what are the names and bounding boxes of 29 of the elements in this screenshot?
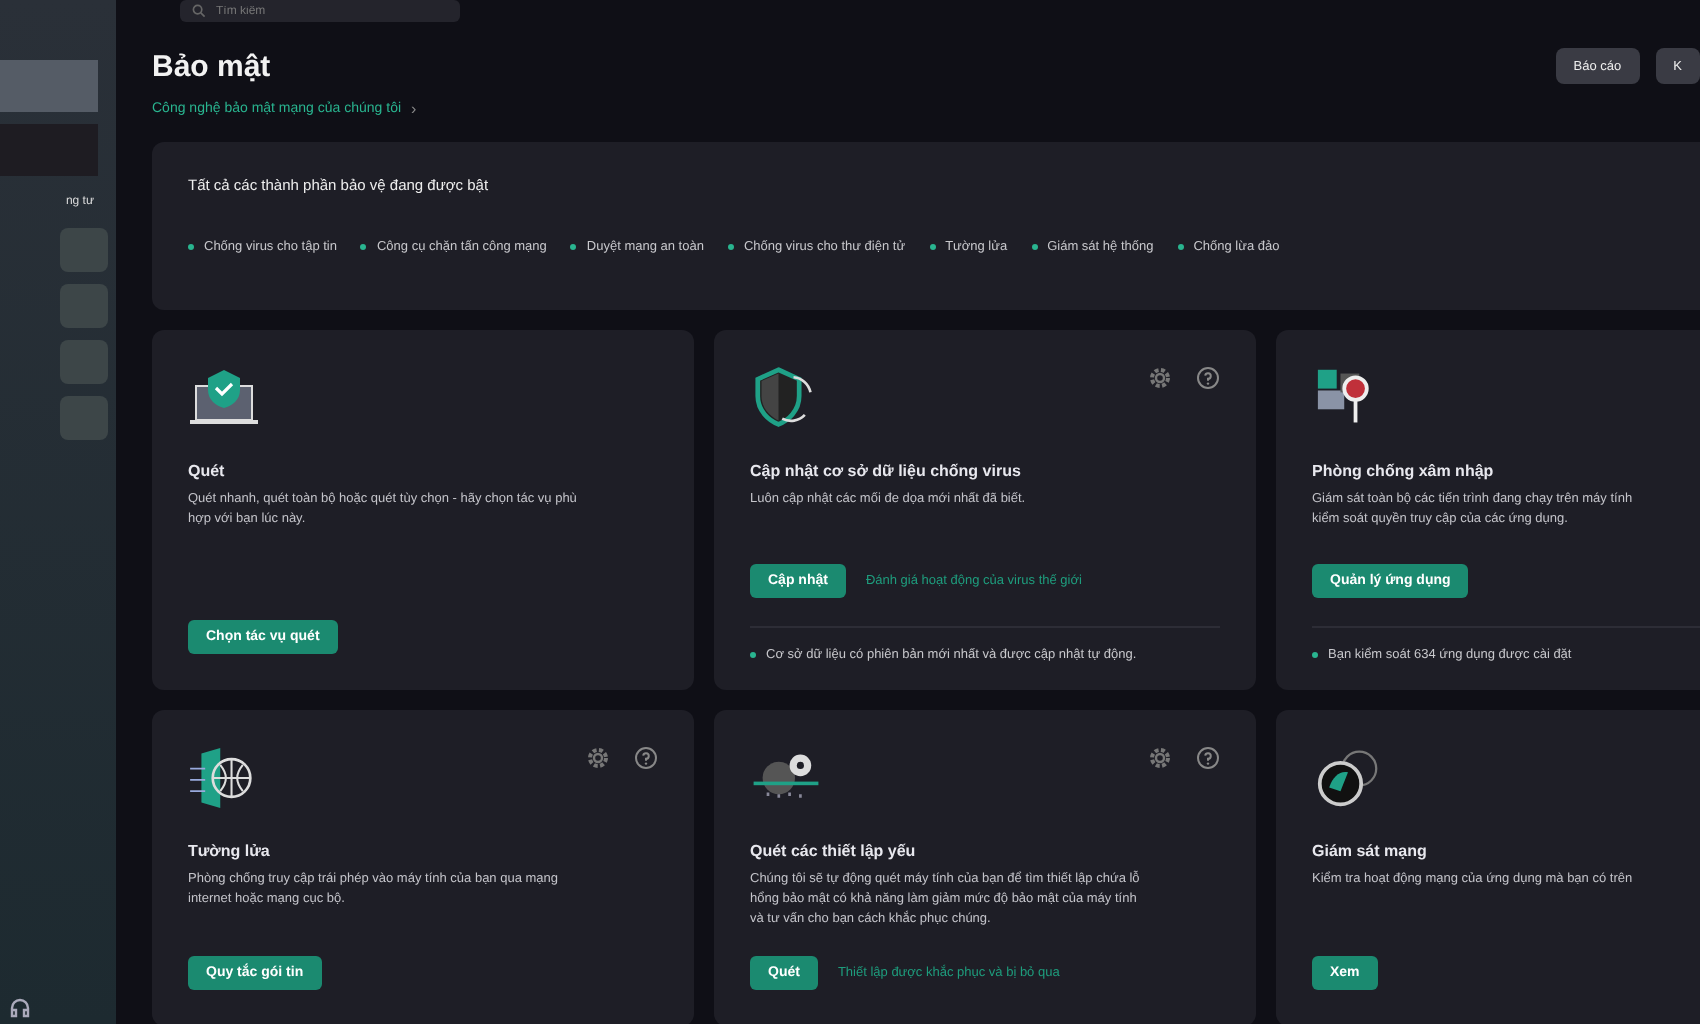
status-dot-icon xyxy=(1177,244,1184,250)
settings-icon[interactable] xyxy=(586,746,610,770)
thumbnail-placeholder xyxy=(60,284,108,328)
thumbnail-placeholder xyxy=(60,340,108,384)
laptop-shield-icon xyxy=(188,366,260,430)
settings-icon[interactable] xyxy=(1148,746,1172,770)
status-dot-icon xyxy=(360,244,367,250)
status-dot-icon xyxy=(1031,244,1038,250)
card-title: Quét xyxy=(188,462,227,480)
status-dot-icon xyxy=(727,244,734,250)
status-dot-icon xyxy=(188,244,194,250)
card-title: Cập nhật cơ sở dữ liệu chống virus xyxy=(750,462,1023,480)
status-dot-icon xyxy=(929,244,936,250)
card-title: Giám sát mạng xyxy=(1312,842,1429,860)
status-dot-icon xyxy=(1312,652,1318,658)
status-dot-icon xyxy=(570,244,577,250)
thumbnail-placeholder xyxy=(60,228,108,272)
chevron-icon[interactable]: › xyxy=(411,100,417,118)
settings-icon[interactable] xyxy=(1148,366,1172,390)
card-title: Quét các thiết lập yếu xyxy=(750,842,918,860)
card-title: Phòng chống xâm nhập xyxy=(1312,462,1496,480)
help-icon[interactable] xyxy=(634,746,658,770)
help-icon[interactable] xyxy=(1196,366,1220,390)
status-dot-icon xyxy=(750,652,756,658)
headset-icon[interactable] xyxy=(8,996,32,1020)
thumbnail-placeholder xyxy=(60,396,108,440)
help-icon[interactable] xyxy=(1196,746,1220,770)
card-title: Tường lửa xyxy=(188,842,272,860)
page-title: Bảo mật xyxy=(152,50,273,84)
